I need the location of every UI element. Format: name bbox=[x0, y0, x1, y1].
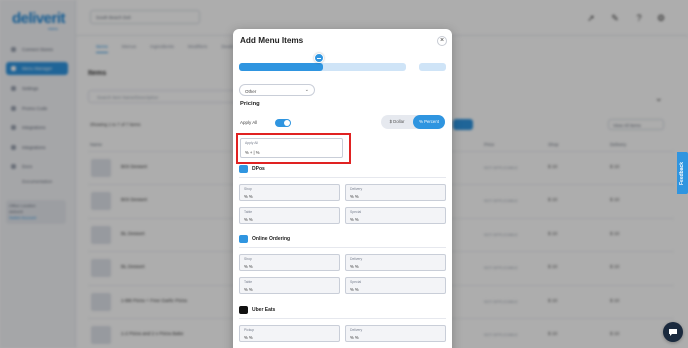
add-menu-items-modal: Add Menu Items × Other ⌄ Pricing Apply A… bbox=[233, 29, 452, 348]
channel-header-uber-eats: Uber Eats bbox=[239, 306, 275, 314]
price-field-value: % % bbox=[350, 264, 359, 269]
price-mode-segmented-control: $ Dollar % Percent bbox=[381, 115, 445, 129]
feedback-tab[interactable]: Feedback bbox=[677, 152, 688, 194]
percent-mode-button[interactable]: % Percent bbox=[413, 115, 445, 129]
price-field-delivery[interactable]: Delivery % % bbox=[345, 184, 446, 201]
price-field-value: % % bbox=[244, 287, 253, 292]
price-field-label: Special bbox=[350, 280, 362, 284]
apply-all-field[interactable]: Apply All % + | % bbox=[240, 138, 343, 158]
apply-all-field-value: % + | % bbox=[245, 150, 260, 155]
price-field-value: % % bbox=[244, 194, 253, 199]
price-field-label: Shop bbox=[244, 187, 252, 191]
price-field-label: Shop bbox=[244, 257, 252, 261]
price-field-value: % % bbox=[244, 335, 253, 340]
price-field-pickup[interactable]: Pickup % % bbox=[239, 325, 340, 342]
price-field-delivery[interactable]: Delivery % % bbox=[345, 254, 446, 271]
item-type-value: Other bbox=[245, 88, 257, 94]
price-field-value: % % bbox=[350, 335, 359, 340]
dpos-icon bbox=[239, 165, 248, 173]
close-button[interactable]: × bbox=[437, 36, 447, 46]
chat-button[interactable] bbox=[663, 322, 683, 342]
price-field-delivery[interactable]: Delivery % % bbox=[345, 325, 446, 342]
apply-all-toggle[interactable] bbox=[275, 119, 291, 127]
dollar-mode-button[interactable]: $ Dollar bbox=[381, 115, 413, 129]
pricing-title: Pricing bbox=[240, 101, 260, 107]
channel-name: Online Ordering bbox=[252, 236, 291, 242]
apply-all-label: Apply All bbox=[240, 120, 258, 125]
uber-eats-icon bbox=[239, 306, 248, 314]
modal-title: Add Menu Items bbox=[240, 36, 304, 45]
channel-divider bbox=[239, 177, 446, 178]
price-field-shop[interactable]: Shop % % bbox=[239, 184, 340, 201]
progress-step-handle[interactable] bbox=[314, 53, 324, 63]
price-field-value: % % bbox=[244, 264, 253, 269]
price-field-label: Special bbox=[350, 210, 362, 214]
progress-step-next bbox=[419, 63, 446, 71]
price-field-label: Delivery bbox=[350, 328, 363, 332]
price-field-label: Delivery bbox=[350, 257, 363, 261]
chat-icon bbox=[669, 329, 677, 336]
price-field-shop[interactable]: Shop % % bbox=[239, 254, 340, 271]
online-ordering-icon bbox=[239, 235, 248, 243]
price-field-value: % % bbox=[350, 287, 359, 292]
price-field-label: Delivery bbox=[350, 187, 363, 191]
price-field-label: Pickup bbox=[244, 328, 255, 332]
price-field-value: % % bbox=[350, 194, 359, 199]
channel-name: DPos bbox=[252, 166, 265, 172]
chevron-down-icon: ⌄ bbox=[304, 87, 309, 93]
progress-bar-fill bbox=[239, 63, 323, 71]
price-field-table[interactable]: Table % % bbox=[239, 277, 340, 294]
price-field-special[interactable]: Special % % bbox=[345, 207, 446, 224]
price-field-label: Table bbox=[244, 210, 253, 214]
channel-name: Uber Eats bbox=[252, 307, 276, 313]
price-field-special[interactable]: Special % % bbox=[345, 277, 446, 294]
price-field-table[interactable]: Table % % bbox=[239, 207, 340, 224]
channel-divider bbox=[239, 247, 446, 248]
progress-bar bbox=[239, 63, 406, 71]
item-type-select[interactable]: Other ⌄ bbox=[239, 84, 315, 96]
price-field-value: % % bbox=[350, 217, 359, 222]
apply-all-field-label: Apply All bbox=[245, 141, 259, 145]
price-field-label: Table bbox=[244, 280, 253, 284]
app-root: deliverit menu Connect Stores Menu Manag… bbox=[0, 0, 688, 348]
price-field-value: % % bbox=[244, 217, 253, 222]
channel-header-online-ordering: Online Ordering bbox=[239, 235, 290, 243]
channel-divider bbox=[239, 318, 446, 319]
channel-header-dpos: DPos bbox=[239, 165, 265, 173]
